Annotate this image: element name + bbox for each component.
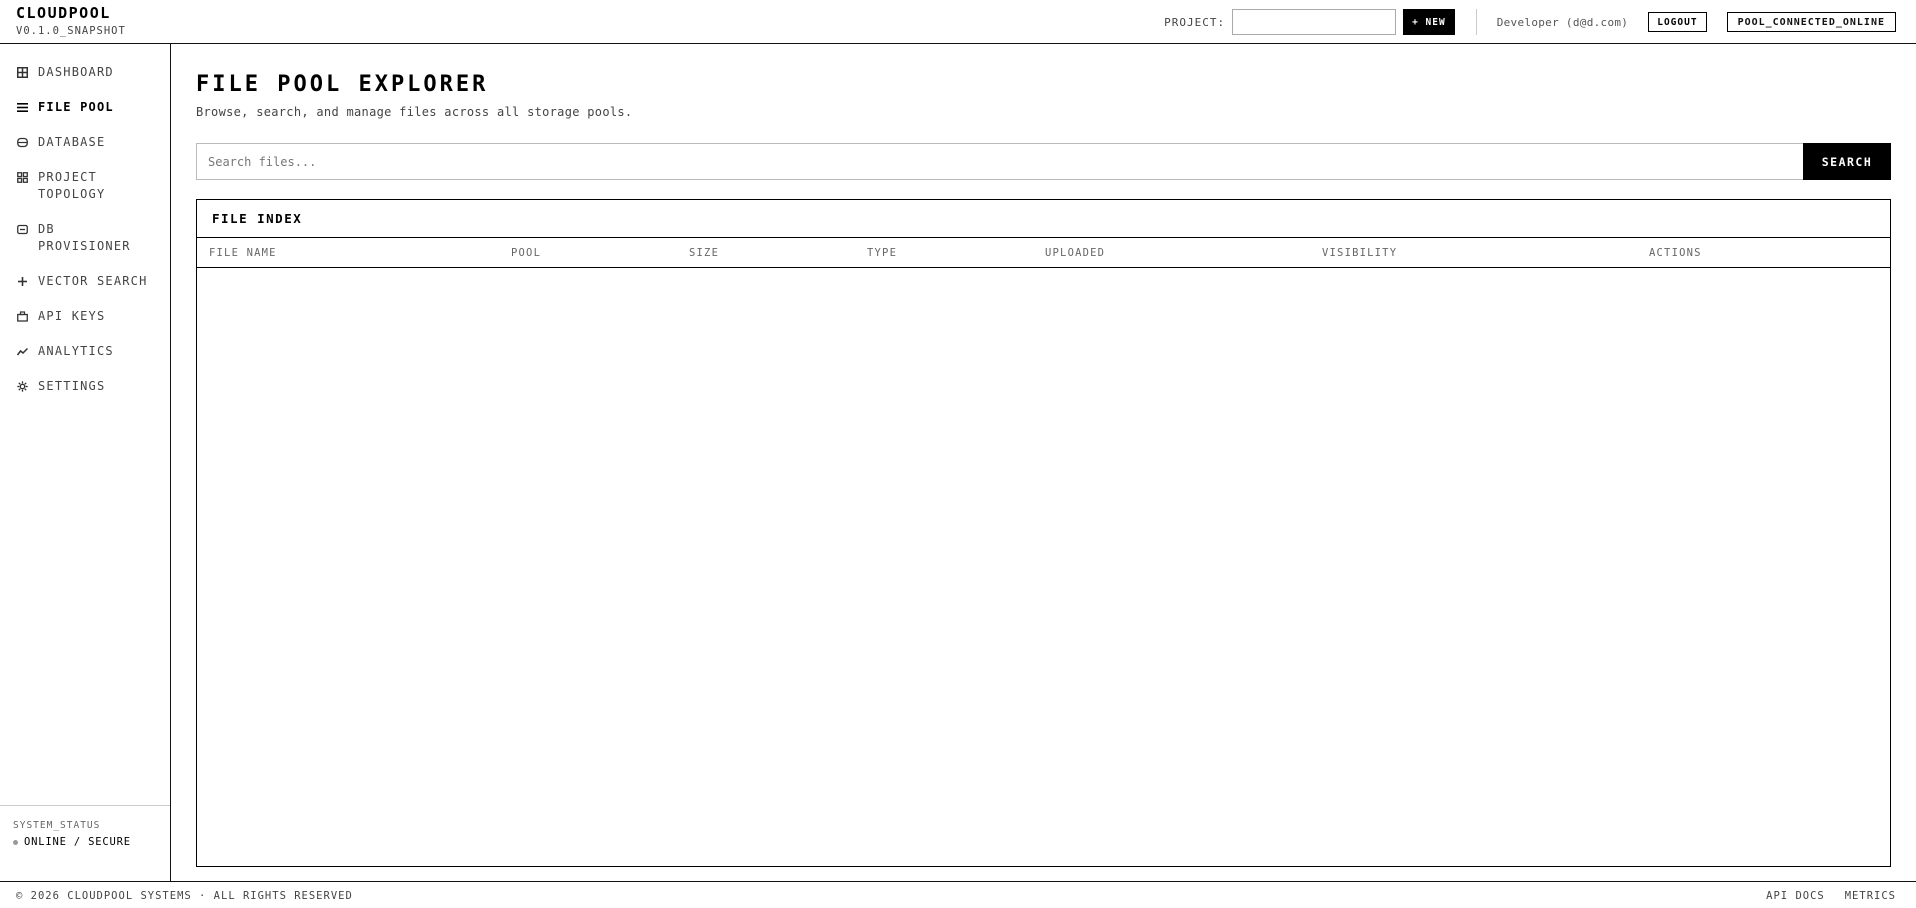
- footer: © 2026 CLOUDPOOL SYSTEMS · ALL RIGHTS RE…: [0, 881, 1916, 908]
- header-controls: PROJECT: + NEW Developer (d@d.com) LOGOU…: [1164, 9, 1896, 35]
- column-header-file-name[interactable]: FILE NAME: [209, 247, 277, 259]
- database-icon: [16, 136, 28, 148]
- user-label: Developer (d@d.com): [1496, 15, 1629, 29]
- system-status-label: SYSTEM_STATUS: [13, 820, 101, 831]
- project-label: PROJECT:: [1164, 15, 1226, 29]
- sidebar-nav: DASHBOARD FILE POOL DATABASE PROJECT TOP…: [0, 44, 170, 395]
- page-subtitle: Browse, search, and manage files across …: [196, 105, 633, 119]
- system-status-value: ONLINE / SECURE: [24, 836, 131, 848]
- logout-button[interactable]: LOGOUT: [1648, 12, 1707, 32]
- api-docs-link[interactable]: API DOCS: [1766, 890, 1825, 902]
- sidebar-item-label: DASHBOARD: [38, 65, 114, 79]
- briefcase-icon: [16, 310, 28, 322]
- sidebar: DASHBOARD FILE POOL DATABASE PROJECT TOP…: [0, 44, 171, 881]
- search-input[interactable]: [196, 143, 1803, 180]
- sidebar-item-db-provisioner[interactable]: DB PROVISIONER: [0, 221, 170, 255]
- file-index-panel: FILE INDEX FILE NAME POOL SIZE TYPE UPLO…: [196, 199, 1891, 867]
- system-status-panel: SYSTEM_STATUS ONLINE / SECURE: [0, 805, 170, 881]
- sidebar-item-vector-search[interactable]: VECTOR SEARCH: [0, 273, 170, 290]
- gear-icon: [16, 380, 28, 392]
- status-dot-icon: [13, 839, 18, 845]
- project-input[interactable]: [1232, 9, 1397, 35]
- metrics-link[interactable]: METRICS: [1845, 890, 1896, 902]
- list-icon: [16, 101, 28, 113]
- column-header-uploaded[interactable]: UPLOADED: [1045, 247, 1105, 259]
- sidebar-item-api-keys[interactable]: API KEYS: [0, 308, 170, 325]
- sidebar-item-label: DATABASE: [38, 135, 106, 149]
- brand: CLOUDPOOL V0.1.0_SNAPSHOT: [16, 4, 126, 38]
- sidebar-item-label: ANALYTICS: [38, 344, 114, 358]
- server-icon: [16, 223, 28, 235]
- page-title: FILE POOL EXPLORER: [196, 72, 489, 97]
- column-header-pool[interactable]: POOL: [511, 247, 541, 259]
- search-bar: SEARCH: [196, 143, 1891, 180]
- sidebar-item-dashboard[interactable]: DASHBOARD: [0, 64, 170, 81]
- sidebar-item-analytics[interactable]: ANALYTICS: [0, 343, 170, 360]
- grid-icon: [16, 66, 28, 78]
- trend-icon: [16, 345, 28, 357]
- topology-icon: [16, 171, 28, 183]
- sidebar-item-label: DB PROVISIONER: [38, 222, 131, 253]
- sidebar-item-label: API KEYS: [38, 309, 106, 323]
- file-index-title: FILE INDEX: [197, 200, 1890, 238]
- column-header-size[interactable]: SIZE: [689, 247, 719, 259]
- sidebar-item-label: FILE POOL: [38, 100, 114, 114]
- column-header-actions: ACTIONS: [1649, 247, 1702, 259]
- plus-icon: [16, 275, 28, 287]
- search-button[interactable]: SEARCH: [1803, 143, 1891, 180]
- sidebar-item-label: SETTINGS: [38, 379, 106, 393]
- sidebar-item-label: PROJECT TOPOLOGY: [38, 170, 106, 201]
- sidebar-item-database[interactable]: DATABASE: [0, 134, 170, 151]
- app-name: CLOUDPOOL: [16, 4, 111, 22]
- footer-links: API DOCS METRICS: [1746, 890, 1896, 902]
- top-header: CLOUDPOOL V0.1.0_SNAPSHOT PROJECT: + NEW…: [0, 0, 1916, 44]
- new-project-button[interactable]: + NEW: [1403, 9, 1455, 35]
- column-header-type[interactable]: TYPE: [867, 247, 897, 259]
- column-header-visibility[interactable]: VISIBILITY: [1322, 247, 1397, 259]
- sidebar-item-project-topology[interactable]: PROJECT TOPOLOGY: [0, 169, 170, 203]
- sidebar-item-label: VECTOR SEARCH: [38, 274, 148, 288]
- connection-status-badge: POOL_CONNECTED_ONLINE: [1726, 12, 1896, 32]
- table-header: FILE NAME POOL SIZE TYPE UPLOADED VISIBI…: [197, 238, 1890, 268]
- system-status-row: ONLINE / SECURE: [13, 836, 157, 848]
- app-version: V0.1.0_SNAPSHOT: [16, 25, 126, 37]
- header-divider: [1475, 9, 1477, 35]
- sidebar-item-settings[interactable]: SETTINGS: [0, 378, 170, 395]
- sidebar-item-file-pool[interactable]: FILE POOL: [0, 99, 170, 116]
- copyright-text: © 2026 CLOUDPOOL SYSTEMS · ALL RIGHTS RE…: [16, 890, 353, 902]
